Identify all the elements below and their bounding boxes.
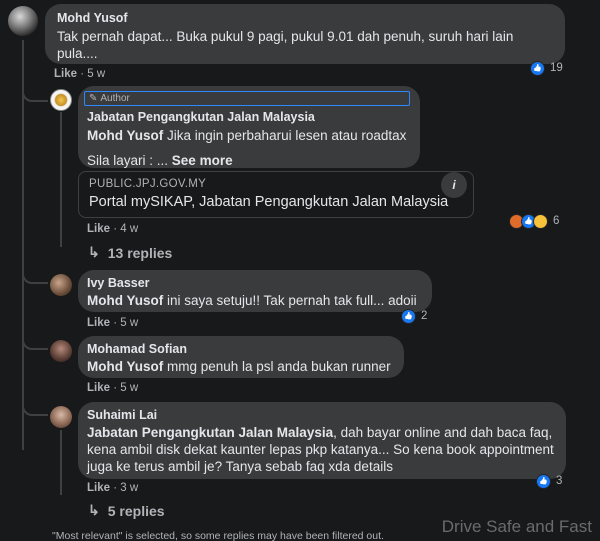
avatar[interactable] <box>8 6 38 36</box>
reaction-count: 3 <box>556 475 563 487</box>
mention-link[interactable]: Mohd Yusof <box>87 359 163 374</box>
comment-text-continued: Sila layari : ... See more <box>87 153 233 168</box>
view-replies-link[interactable]: ↳ 5 replies <box>88 502 165 519</box>
comment-author[interactable]: Ivy Basser <box>87 276 423 290</box>
thread-branch-2 <box>22 268 48 284</box>
thread-branch-4 <box>22 400 48 416</box>
comment-author[interactable]: Mohd Yusof <box>57 11 553 25</box>
thread-branch-3 <box>22 334 48 350</box>
avatar[interactable] <box>50 340 72 362</box>
timestamp[interactable]: 3 w <box>120 482 138 494</box>
timestamp[interactable]: 4 w <box>120 223 138 235</box>
reaction-summary[interactable]: 3 <box>536 472 562 490</box>
page-logo-avatar[interactable] <box>50 89 72 111</box>
timestamp[interactable]: 5 w <box>120 382 138 394</box>
comment-text: Jabatan Pengangkutan Jalan Malaysia, dah… <box>87 425 554 474</box>
filter-notice: "Most relevant" is selected, so some rep… <box>52 530 384 541</box>
thread-branch-1 <box>22 86 48 102</box>
like-link[interactable]: Like <box>87 482 110 494</box>
like-reaction-icon <box>536 473 551 489</box>
comment-text: Mohd Yusof ini saya setuju!! Tak pernah … <box>87 293 417 308</box>
info-icon[interactable]: i <box>441 172 467 198</box>
haha-reaction-icon <box>533 213 548 229</box>
comment-author[interactable]: Mohamad Sofian <box>87 342 395 356</box>
link-domain: PUBLIC.JPJ.GOV.MY <box>89 178 207 190</box>
like-link[interactable]: Like <box>87 317 110 329</box>
comment-bubble: Suhaimi Lai Jabatan Pengangkutan Jalan M… <box>78 402 566 479</box>
avatar[interactable] <box>50 274 72 296</box>
link-title: Portal mySIKAP, Jabatan Pengangkutan Jal… <box>89 194 449 210</box>
watermark: Drive Safe and Fast <box>441 517 592 536</box>
comment-bubble: Mohamad Sofian Mohd Yusof mmg penuh la p… <box>78 336 404 378</box>
mention-link[interactable]: Mohd Yusof <box>87 128 163 143</box>
comment-bubble: Mohd Yusof Tak pernah dapat... Buka puku… <box>45 4 565 64</box>
timestamp[interactable]: 5 w <box>120 317 138 329</box>
mention-link[interactable]: Jabatan Pengangkutan Jalan Malaysia <box>87 425 333 440</box>
comment-meta: Like · 4 w <box>87 223 139 235</box>
comment-author[interactable]: Jabatan Pengangkutan Jalan Malaysia <box>87 110 411 124</box>
reaction-summary[interactable]: 19 <box>530 59 563 77</box>
comment-text: Mohd Yusof mmg penuh la psl anda bukan r… <box>87 359 391 374</box>
reaction-summary[interactable]: 2 <box>401 307 427 325</box>
like-link[interactable]: Like <box>87 382 110 394</box>
comment-meta: Like · 5 w <box>87 317 139 329</box>
thread-sub-1 <box>60 112 62 247</box>
comment-meta: Like · 5 w <box>87 382 139 394</box>
reaction-count: 6 <box>553 215 560 227</box>
reply-arrow-icon: ↳ <box>88 502 100 518</box>
reaction-summary[interactable]: 6 <box>509 212 559 230</box>
thread-line-main <box>22 40 24 450</box>
see-more-link[interactable]: See more <box>172 153 233 168</box>
comment-meta: Like · 5 w <box>54 68 106 80</box>
comment-text: Mohd Yusof Jika ingin perbaharui lesen a… <box>87 128 407 143</box>
like-reaction-icon <box>401 308 416 324</box>
author-badge-label: Author <box>100 93 130 104</box>
comment-bubble: ✎ Author Jabatan Pengangkutan Jalan Mala… <box>78 86 420 168</box>
view-replies-link[interactable]: ↳ 13 replies <box>88 244 172 261</box>
pencil-icon: ✎ <box>89 93 98 104</box>
avatar[interactable] <box>50 406 72 428</box>
like-link[interactable]: Like <box>54 68 77 80</box>
author-badge: ✎ Author <box>84 91 410 106</box>
comment-author[interactable]: Suhaimi Lai <box>87 408 557 422</box>
comment-bubble: Ivy Basser Mohd Yusof ini saya setuju!! … <box>78 270 432 312</box>
reaction-count: 2 <box>421 310 428 322</box>
reaction-count: 19 <box>550 62 563 74</box>
mention-link[interactable]: Mohd Yusof <box>87 293 163 308</box>
timestamp[interactable]: 5 w <box>87 68 105 80</box>
link-preview-card[interactable]: PUBLIC.JPJ.GOV.MY Portal mySIKAP, Jabata… <box>78 171 474 218</box>
comment-text: Tak pernah dapat... Buka pukul 9 pagi, p… <box>57 29 514 61</box>
thread-sub-5 <box>60 430 62 495</box>
like-reaction-icon <box>530 60 545 76</box>
reply-arrow-icon: ↳ <box>88 244 100 260</box>
comment-meta: Like · 3 w <box>87 482 139 494</box>
like-link[interactable]: Like <box>87 223 110 235</box>
